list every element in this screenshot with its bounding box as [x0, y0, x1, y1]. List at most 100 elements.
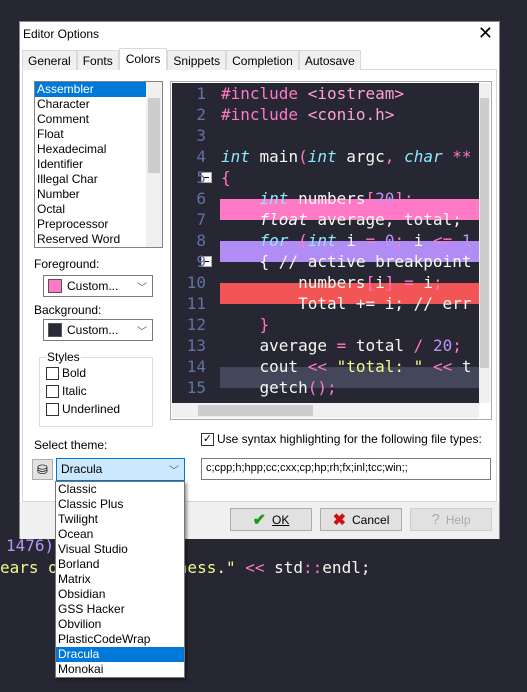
list-item[interactable]: Hexadecimal: [35, 142, 146, 157]
code-line: int numbers[20];: [259, 189, 414, 208]
code-line: for (int i = 0; i <= 1: [259, 231, 472, 250]
line-number: 15: [186, 378, 206, 397]
tab-fonts[interactable]: Fonts: [76, 50, 119, 70]
tab-autosave[interactable]: Autosave: [298, 50, 361, 70]
help-button[interactable]: ? Help: [410, 508, 492, 531]
line-number: 14: [186, 357, 206, 376]
line-number: 10: [186, 273, 206, 292]
underlined-checkbox[interactable]: Underlined: [40, 400, 152, 418]
theme-option[interactable]: Obsidian: [56, 587, 184, 602]
list-item[interactable]: Identifier: [35, 157, 146, 172]
scrollbar-thumb[interactable]: [148, 98, 160, 173]
code-text: ::: [303, 558, 323, 577]
element-list[interactable]: Assembler Character Comment Float Hexade…: [34, 81, 163, 248]
scrollbar-thumb[interactable]: [198, 405, 313, 416]
list-item[interactable]: Character: [35, 97, 146, 112]
syntax-highlight-checkbox[interactable]: ✓ Use syntax highlighting for the followi…: [201, 432, 482, 446]
checkmark-icon: ✔: [252, 511, 267, 529]
list-item[interactable]: Reserved Word: [35, 232, 146, 247]
line-number: 2: [196, 105, 206, 124]
code-line: int main(int argc, char **: [221, 147, 472, 166]
tab-completion[interactable]: Completion: [226, 50, 299, 70]
line-number: 7: [196, 210, 206, 229]
checkbox-box: [46, 384, 59, 398]
theme-option[interactable]: Borland: [56, 557, 184, 572]
underlined-label: Underlined: [62, 402, 121, 416]
bold-label: Bold: [62, 366, 87, 380]
chevron-down-icon: ﹀: [137, 326, 147, 338]
code-line: getch();: [221, 378, 337, 397]
theme-option[interactable]: Monokai: [56, 662, 184, 677]
code-text: ears o: [0, 558, 58, 577]
list-item[interactable]: Comment: [35, 112, 146, 127]
theme-select[interactable]: Dracula ﹀: [56, 458, 185, 481]
cancel-button[interactable]: ✖ Cancel: [320, 508, 402, 531]
theme-option[interactable]: Obvilion: [56, 617, 184, 632]
color-swatch: [48, 323, 62, 337]
line-number: 11: [186, 294, 206, 313]
line-number: 12: [186, 315, 206, 334]
file-types-input[interactable]: c;cpp;h;hpp;cc;cxx;cp;hp;rh;fx;inl;tcc;w…: [201, 458, 491, 480]
check-icon: ✓: [201, 432, 214, 446]
chevron-down-icon: ﹀: [169, 466, 179, 477]
code-text: std: [264, 558, 304, 577]
cancel-label: Cancel: [352, 512, 390, 527]
theme-option[interactable]: Ocean: [56, 527, 184, 542]
theme-option[interactable]: Classic Plus: [56, 497, 184, 512]
theme-option[interactable]: Visual Studio: [56, 542, 184, 557]
code-line: #include <conio.h>: [221, 105, 395, 124]
checkbox-box: [46, 366, 59, 380]
code-line: cout << "total: " << t: [221, 357, 472, 376]
tab-colors[interactable]: Colors: [118, 48, 168, 70]
list-item[interactable]: Illegal Char: [35, 172, 146, 187]
line-number: 1: [196, 84, 206, 103]
theme-option[interactable]: GSS Hacker: [56, 602, 184, 617]
theme-option[interactable]: PlasticCodeWrap: [56, 632, 184, 647]
color-swatch: [48, 279, 62, 293]
list-item[interactable]: Octal: [35, 202, 146, 217]
code-text: ness.": [177, 558, 246, 577]
styles-group: Styles Bold Italic Underlined: [39, 350, 153, 427]
line-number: 3: [196, 126, 206, 145]
scrollbar-thumb[interactable]: [480, 98, 489, 368]
theme-value: Dracula: [61, 462, 103, 476]
line-number: 5: [196, 168, 206, 187]
background-select[interactable]: Custom... ﹀: [43, 319, 153, 341]
list-item[interactable]: Float: [35, 127, 146, 142]
theme-option[interactable]: Classic: [56, 482, 184, 497]
bold-checkbox[interactable]: Bold: [40, 364, 152, 382]
dialog-title: Editor Options: [23, 27, 100, 41]
list-scrollbar[interactable]: [146, 82, 162, 247]
foreground-select[interactable]: Custom... ﹀: [43, 275, 153, 297]
code-preview: #include <iostream> #include <conio.h> i…: [170, 81, 492, 420]
theme-option[interactable]: Matrix: [56, 572, 184, 587]
list-item[interactable]: Preprocessor: [35, 217, 146, 232]
line-number: 9: [196, 252, 206, 271]
code-line: #include <iostream>: [221, 84, 405, 103]
code-line: }: [259, 315, 270, 334]
help-label: Help: [445, 512, 471, 527]
editor-vertical-scrollbar[interactable]: [479, 83, 490, 403]
italic-checkbox[interactable]: Italic: [40, 382, 152, 400]
code-area: #include <iostream> #include <conio.h> i…: [172, 83, 479, 403]
tab-general[interactable]: General: [22, 50, 77, 70]
code-text: endl;: [322, 558, 371, 577]
line-number: 8: [196, 231, 206, 250]
code-line: Total += i; // err: [221, 294, 472, 313]
editor-horizontal-scrollbar[interactable]: [172, 403, 479, 418]
save-theme-icon[interactable]: ⛁: [32, 459, 53, 480]
ok-button[interactable]: ✔ OK: [230, 508, 312, 531]
question-icon: ?: [431, 511, 440, 528]
code-text: <<: [245, 558, 265, 577]
code-line: numbers[i] = i;: [221, 273, 443, 292]
list-item[interactable]: Assembler: [35, 82, 146, 97]
background-value: Custom...: [67, 323, 119, 337]
ok-label: OK: [272, 512, 290, 527]
list-item[interactable]: Number: [35, 187, 146, 202]
theme-option-selected[interactable]: Dracula: [56, 647, 184, 662]
theme-option[interactable]: Twilight: [56, 512, 184, 527]
line-number: 6: [196, 189, 206, 208]
close-icon[interactable]: ✕: [478, 23, 493, 44]
line-number: 13: [186, 336, 206, 355]
tab-snippets[interactable]: Snippets: [167, 50, 227, 70]
